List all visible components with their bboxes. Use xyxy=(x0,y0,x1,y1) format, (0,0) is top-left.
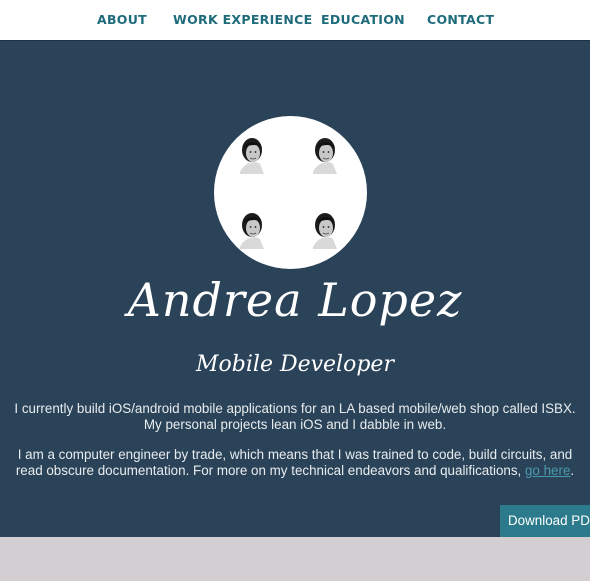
bio-line: I currently build iOS/android mobile app… xyxy=(14,401,576,416)
nav-work-experience[interactable]: WORK EXPERIENCE xyxy=(173,12,312,27)
nav-education[interactable]: EDUCATION xyxy=(321,12,405,27)
bio-paragraph-2: I am a computer engineer by trade, which… xyxy=(0,447,590,479)
bio-line-end: . xyxy=(570,463,575,478)
bio-line: read obscure documentation. For more on … xyxy=(0,463,590,479)
profile-name: Andrea Lopez xyxy=(127,273,463,327)
bio-paragraph-1: I currently build iOS/android mobile app… xyxy=(0,401,590,433)
download-pdf-button[interactable]: Download PDF xyxy=(500,505,590,537)
bio-line: My personal projects lean iOS and I dabb… xyxy=(143,417,447,432)
top-nav: ABOUT WORK EXPERIENCE EDUCATION CONTACT xyxy=(0,0,590,41)
go-here-link[interactable]: go here xyxy=(525,463,570,478)
nav-about[interactable]: ABOUT xyxy=(97,12,147,27)
bio-line-text: read obscure documentation. For more on … xyxy=(15,463,525,478)
profile-photo xyxy=(214,116,367,269)
bio-line: I am a computer engineer by trade, which… xyxy=(17,447,573,462)
hero-section: Andrea Lopez Mobile Developer I currentl… xyxy=(0,41,590,537)
profile-role: Mobile Developer xyxy=(196,352,394,377)
nav-contact[interactable]: CONTACT xyxy=(427,12,494,27)
